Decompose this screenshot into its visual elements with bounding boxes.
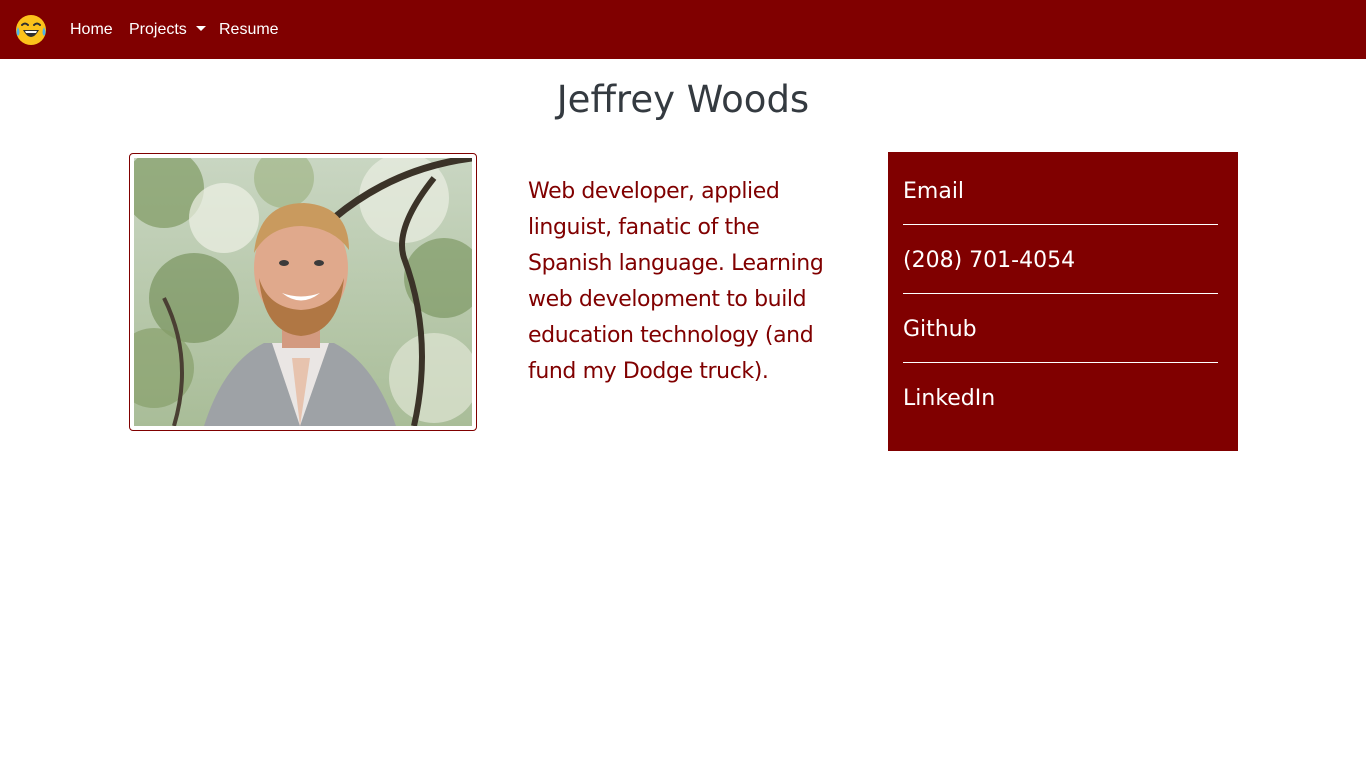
top-navbar: Home Projects Resume [0, 0, 1366, 59]
contact-phone-link[interactable]: (208) 701-4054 [903, 246, 1218, 276]
divider [903, 293, 1218, 294]
contact-card: Email (208) 701-4054 Github LinkedIn [888, 152, 1238, 451]
page-title: Jeffrey Woods [556, 78, 810, 121]
contact-linkedin-link[interactable]: LinkedIn [903, 384, 1218, 414]
chevron-down-icon [195, 26, 206, 31]
nav-projects-label: Projects [129, 21, 187, 38]
brand-emoji-icon[interactable] [15, 14, 47, 46]
divider [903, 224, 1218, 225]
nav-projects-dropdown[interactable]: Projects [129, 19, 206, 41]
profile-photo [129, 153, 477, 431]
contact-email-link[interactable]: Email [903, 177, 1218, 207]
nav-resume-link[interactable]: Resume [219, 19, 279, 41]
divider [903, 362, 1218, 363]
bio-text: Web developer, applied linguist, fanatic… [528, 179, 824, 384]
contact-github-link[interactable]: Github [903, 315, 1218, 345]
nav-home-link[interactable]: Home [70, 19, 113, 41]
